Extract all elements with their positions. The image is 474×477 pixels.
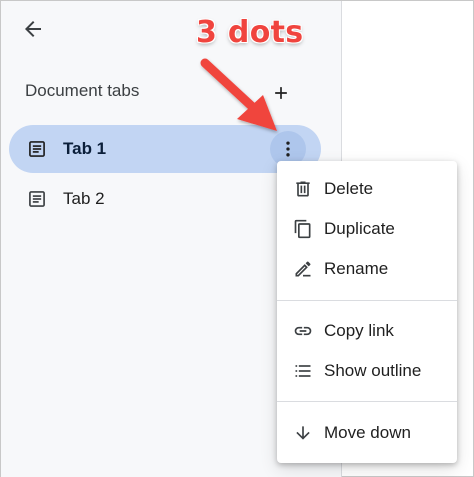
menu-divider — [277, 300, 457, 301]
pencil-icon — [295, 261, 311, 277]
section-title: Document tabs — [25, 81, 140, 100]
three-dots-vertical-icon — [286, 141, 290, 157]
tab-label: Tab 1 — [63, 139, 107, 158]
menu-item-label: Move down — [324, 423, 411, 442]
menu-item-label: Rename — [324, 259, 389, 278]
trash-icon — [296, 181, 310, 197]
menu-divider — [277, 401, 457, 402]
menu-item-label: Duplicate — [324, 219, 395, 238]
arrow-left-icon — [25, 21, 41, 37]
document-icon — [29, 191, 45, 207]
plus-icon — [275, 87, 287, 99]
document-icon — [29, 141, 45, 157]
arrow-down-icon — [296, 426, 310, 440]
app-window: Document tabs Tab 1 Tab 2 Delete Duplica… — [0, 0, 474, 477]
menu-item-copy-link[interactable]: Copy link — [277, 311, 457, 351]
tab-context-menu: Delete Duplicate Rename Copy link Show o… — [277, 161, 457, 463]
menu-item-label: Show outline — [324, 361, 422, 380]
add-tab-button[interactable] — [267, 79, 295, 107]
menu-item-rename[interactable]: Rename — [277, 249, 457, 289]
back-button[interactable] — [17, 13, 49, 45]
tab-label: Tab 2 — [63, 189, 105, 208]
annotation-label: 3 dots — [196, 15, 304, 50]
menu-item-delete[interactable]: Delete — [277, 169, 457, 209]
menu-item-duplicate[interactable]: Duplicate — [277, 209, 457, 249]
menu-item-label: Delete — [324, 179, 374, 198]
link-icon — [294, 326, 312, 336]
tab-item-1[interactable]: Tab 1 — [9, 125, 321, 173]
copy-icon — [294, 219, 311, 239]
list-icon — [295, 365, 311, 377]
menu-item-move-down[interactable]: Move down — [277, 413, 457, 453]
menu-item-label: Copy link — [324, 321, 394, 340]
tab-item-2[interactable]: Tab 2 — [9, 175, 321, 223]
menu-item-show-outline[interactable]: Show outline — [277, 351, 457, 391]
